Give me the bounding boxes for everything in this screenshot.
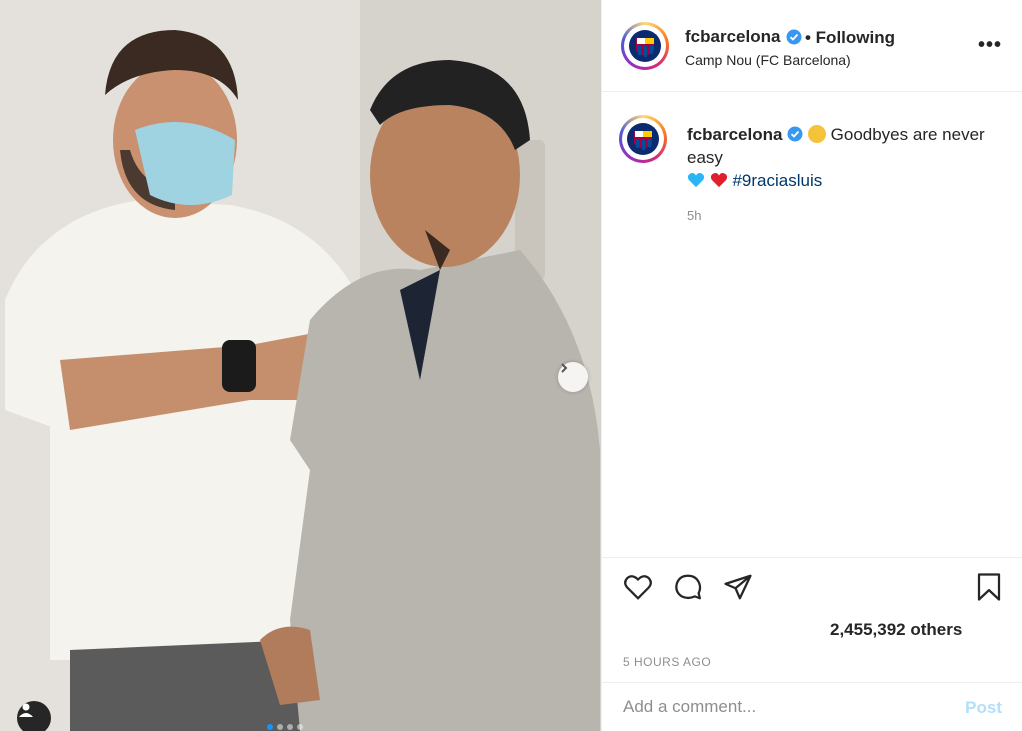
verified-badge-icon xyxy=(786,29,802,45)
save-bookmark-icon[interactable] xyxy=(974,572,1004,602)
carousel-dot xyxy=(277,724,283,730)
header-username[interactable]: fcbarcelona xyxy=(685,27,802,47)
next-photo-button[interactable] xyxy=(558,362,588,392)
following-button[interactable]: • Following xyxy=(805,28,895,48)
post-actions: 2,455,392 others 5 HOURS AGO xyxy=(602,557,1022,681)
carousel-dot xyxy=(297,724,303,730)
likes-count[interactable]: 2,455,392 others xyxy=(830,620,962,640)
avatar[interactable] xyxy=(619,115,667,163)
share-paper-plane-icon[interactable] xyxy=(723,572,753,602)
blue-heart-emoji-icon xyxy=(687,172,705,188)
fcb-crest-icon xyxy=(622,118,664,160)
post-photo[interactable] xyxy=(0,0,601,731)
post-side-panel: fcbarcelona • Following Camp Nou (FC Bar… xyxy=(601,0,1022,731)
caption-text: fcbarcelona Goodbyes are never easy #9ra… xyxy=(687,123,1007,192)
user-icon xyxy=(19,703,33,717)
username-link[interactable]: fcbarcelona xyxy=(685,27,780,47)
caption-timestamp[interactable]: 5h xyxy=(687,208,701,223)
relieved-face-emoji-icon xyxy=(807,125,826,143)
avatar[interactable] xyxy=(621,22,669,70)
post-comment-button[interactable]: Post xyxy=(965,698,1002,718)
carousel-indicator xyxy=(267,724,303,730)
like-heart-icon[interactable] xyxy=(623,572,653,602)
comment-input[interactable] xyxy=(623,697,943,717)
tagged-users-button[interactable] xyxy=(17,701,51,731)
post-time-ago[interactable]: 5 HOURS AGO xyxy=(623,655,711,669)
red-heart-emoji-icon xyxy=(710,172,727,188)
carousel-dot xyxy=(267,724,273,730)
location-link[interactable]: Camp Nou (FC Barcelona) xyxy=(685,52,851,68)
verified-badge-icon xyxy=(787,126,803,142)
post-header: fcbarcelona • Following Camp Nou (FC Bar… xyxy=(602,0,1022,92)
fcb-crest-icon xyxy=(624,25,666,67)
hashtag-link[interactable]: #9raciasluis xyxy=(732,171,822,190)
more-dots-icon[interactable]: ••• xyxy=(978,34,1002,57)
comment-bar: Post xyxy=(602,682,1022,731)
carousel-dot xyxy=(287,724,293,730)
chevron-right-icon xyxy=(561,363,568,373)
caption-username[interactable]: fcbarcelona xyxy=(687,125,782,144)
photo-illustration xyxy=(0,0,601,731)
comment-bubble-icon[interactable] xyxy=(673,572,703,602)
post-caption: fcbarcelona Goodbyes are never easy #9ra… xyxy=(602,93,1022,556)
